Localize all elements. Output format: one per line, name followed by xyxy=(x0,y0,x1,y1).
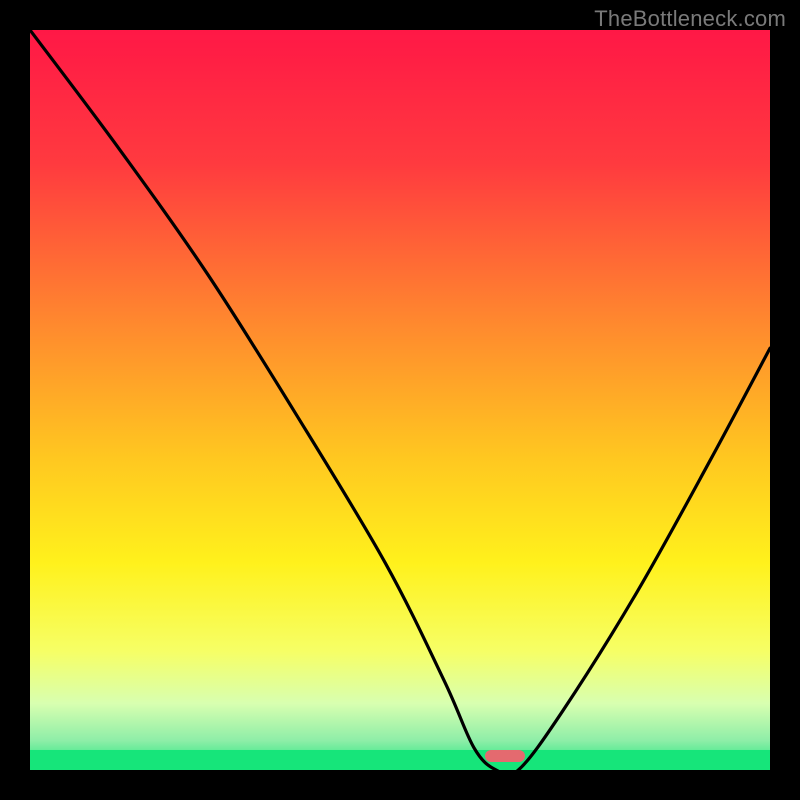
watermark-text: TheBottleneck.com xyxy=(594,6,786,32)
bottleneck-curve xyxy=(30,30,770,770)
plot-area xyxy=(30,30,770,770)
optimal-marker xyxy=(485,750,525,762)
chart-frame: TheBottleneck.com xyxy=(0,0,800,800)
